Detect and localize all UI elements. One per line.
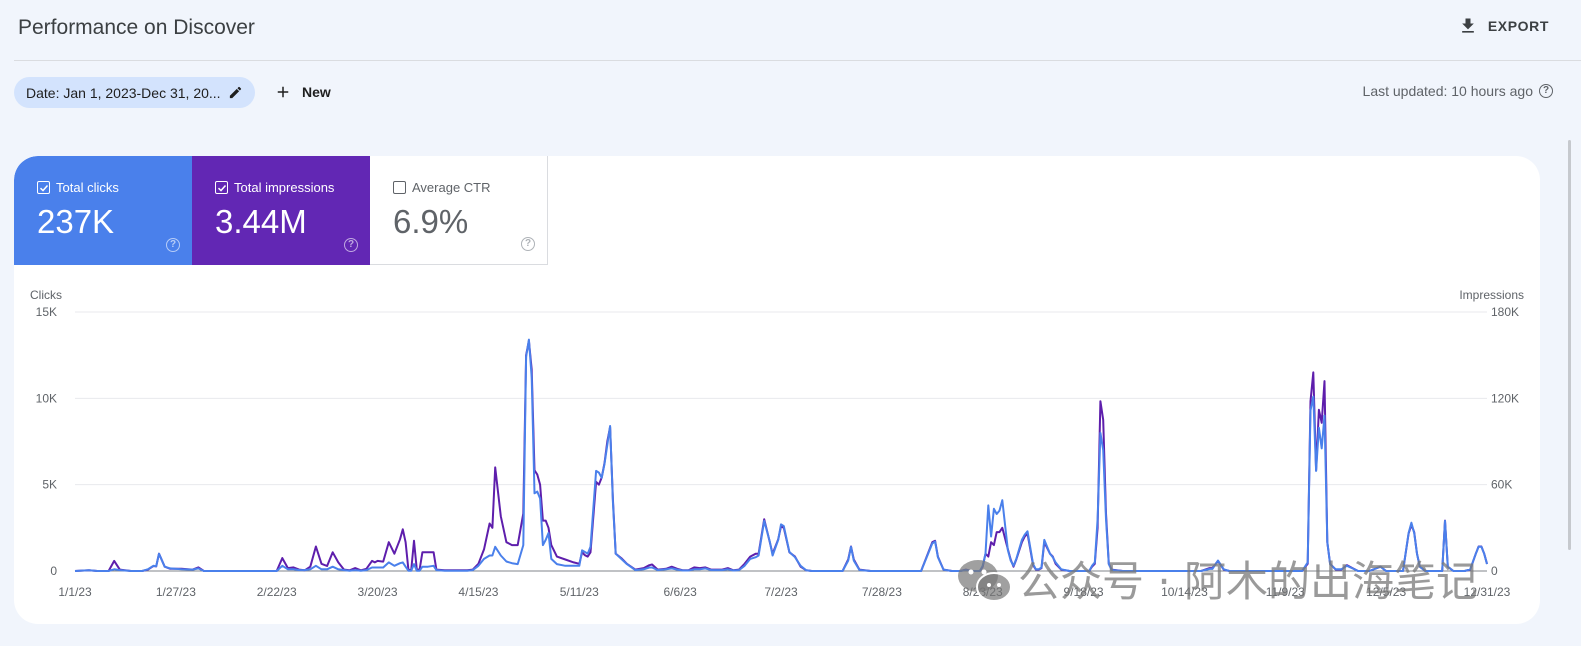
- x-tick-label: 7/28/23: [862, 585, 902, 599]
- x-tick-label: 11/9/23: [1266, 585, 1305, 599]
- date-filter-label: Date: Jan 1, 2023-Dec 31, 20...: [26, 84, 221, 101]
- metric-label: Total impressions: [234, 180, 335, 195]
- metric-value: 237K: [37, 203, 115, 240]
- x-tick-label: 12/31/23: [1464, 585, 1511, 599]
- metric-label: Average CTR: [412, 180, 491, 195]
- plus-icon: [277, 86, 289, 98]
- x-tick-label: 2/22/23: [257, 585, 297, 599]
- y-axis-right-title: Impressions: [1459, 288, 1524, 302]
- x-tick-label: 3/20/23: [358, 585, 398, 599]
- download-icon: [1461, 18, 1474, 33]
- export-label: EXPORT: [1487, 18, 1549, 34]
- last-updated-text: Last updated: 10 hours ago: [1362, 83, 1533, 99]
- checkbox-checked-icon[interactable]: [215, 181, 228, 194]
- page-title: Performance on Discover: [18, 16, 255, 39]
- metric-card-total-impressions[interactable]: Total impressions 3.44M ?: [192, 156, 370, 265]
- help-circle-icon[interactable]: ?: [521, 237, 535, 251]
- metric-value: 3.44M: [215, 203, 307, 240]
- x-tick-label: 5/11/23: [560, 585, 599, 599]
- x-tick-label: 6/6/23: [663, 585, 697, 599]
- performance-chart: Clicks Impressions 0 0 5K 60K 10K 120K 15K 180K…: [30, 288, 1524, 599]
- y-right-tick-label: 180K: [1491, 305, 1519, 319]
- help-circle-icon[interactable]: ?: [344, 238, 358, 252]
- y-left-tick-label: 15K: [36, 305, 57, 319]
- metric-card-total-clicks[interactable]: Total clicks 237K ?: [14, 156, 192, 265]
- metric-cards: Total clicks 237K ? Total impressions 3.…: [14, 156, 548, 265]
- y-right-tick-label: 120K: [1491, 391, 1519, 405]
- x-tick-label: 10/14/23: [1161, 585, 1208, 599]
- date-filter-chip[interactable]: Date: Jan 1, 2023-Dec 31, 20...: [14, 77, 255, 108]
- help-circle-icon[interactable]: ?: [1539, 84, 1553, 98]
- performance-panel: Total clicks 237K ? Total impressions 3.…: [14, 156, 1540, 624]
- series-line-clicks: [74, 338, 1488, 572]
- series-line-impressions: [74, 339, 1488, 572]
- help-circle-icon[interactable]: ?: [166, 238, 180, 252]
- x-tick-label: 8/23/23: [963, 585, 1003, 599]
- x-tick-label: 1/1/23: [58, 585, 92, 599]
- y-left-tick-label: 10K: [36, 391, 57, 405]
- export-button[interactable]: EXPORT: [1458, 16, 1549, 36]
- checkbox-checked-icon[interactable]: [37, 181, 50, 194]
- x-tick-label: 12/5/23: [1366, 585, 1406, 599]
- header-divider: [14, 60, 1581, 61]
- new-filter-button[interactable]: New: [274, 80, 331, 104]
- y-left-tick-label: 0: [50, 564, 57, 578]
- metric-card-average-ctr[interactable]: Average CTR 6.9% ?: [370, 156, 548, 265]
- last-updated: Last updated: 10 hours ago ?: [1363, 83, 1553, 99]
- new-filter-label: New: [302, 84, 331, 100]
- x-tick-label: 7/2/23: [764, 585, 798, 599]
- y-right-tick-label: 60K: [1491, 478, 1512, 492]
- metric-label: Total clicks: [56, 180, 119, 195]
- x-tick-label: 9/18/23: [1064, 585, 1104, 599]
- y-axis-left-title: Clicks: [30, 288, 62, 302]
- x-tick-label: 4/15/23: [458, 585, 498, 599]
- checkbox-unchecked-icon[interactable]: [393, 181, 406, 194]
- pencil-icon[interactable]: [228, 85, 243, 100]
- vertical-scrollbar[interactable]: [1568, 140, 1571, 550]
- y-right-tick-label: 0: [1491, 564, 1498, 578]
- metric-value: 6.9%: [393, 203, 469, 240]
- y-left-tick-label: 5K: [42, 478, 57, 492]
- x-tick-label: 1/27/23: [156, 585, 196, 599]
